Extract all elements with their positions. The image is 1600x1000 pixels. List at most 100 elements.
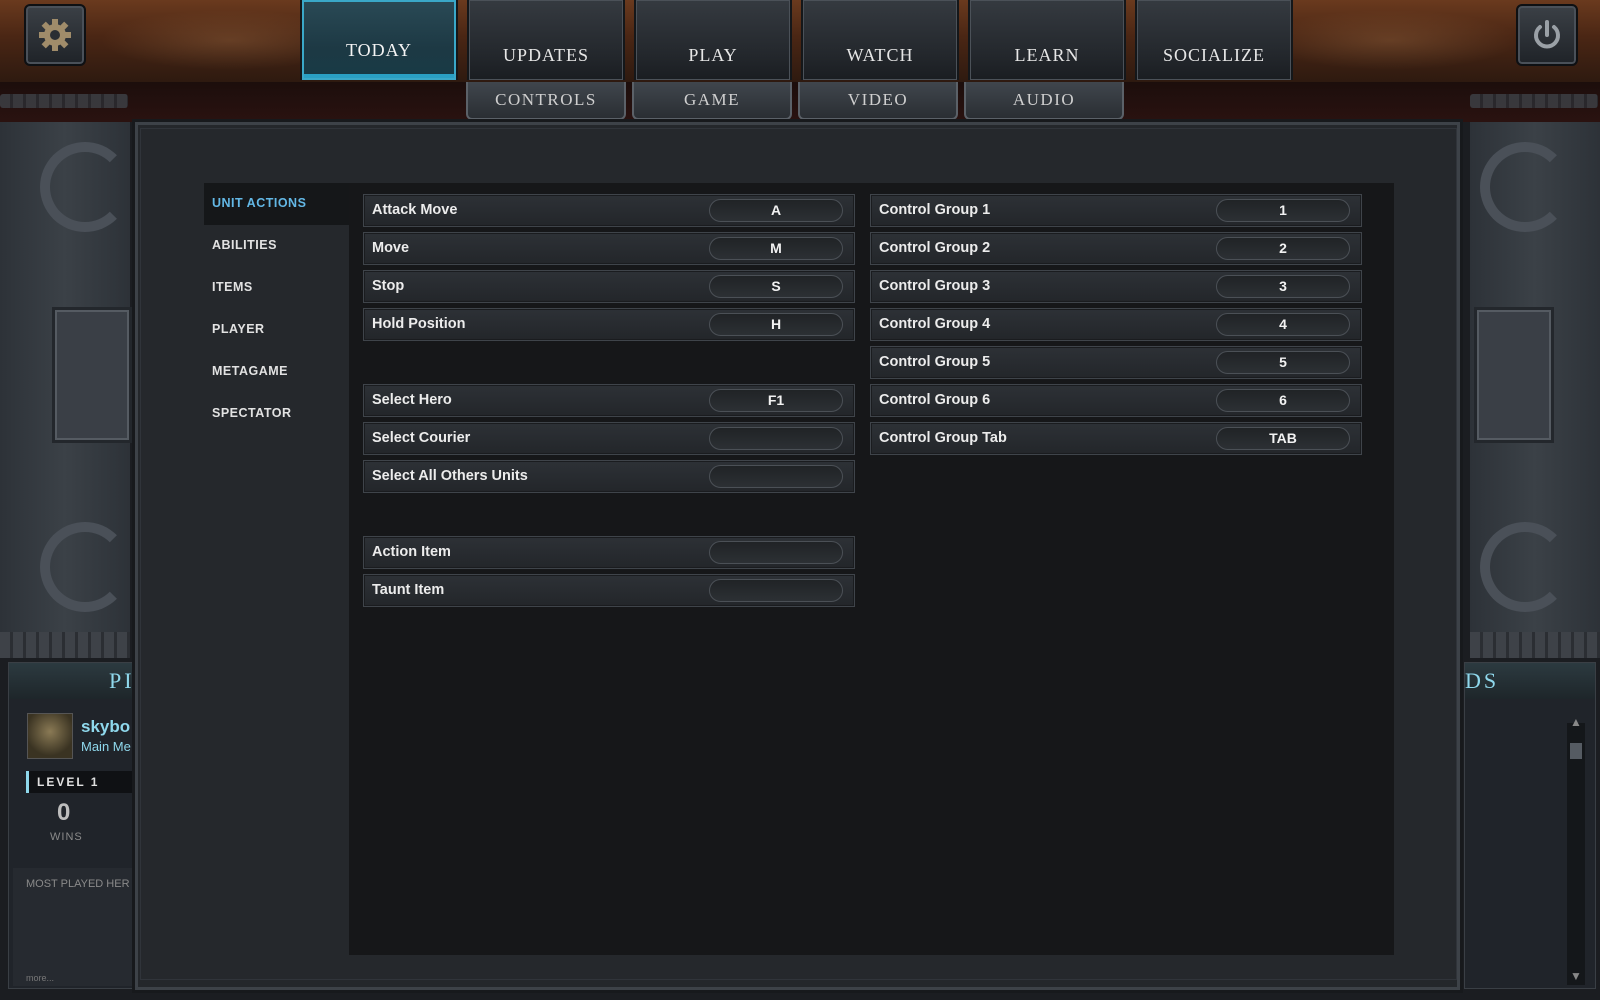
tab-controls[interactable]: CONTROLS — [466, 82, 626, 120]
binding-label: Control Group 2 — [879, 240, 991, 256]
binding-label: Control Group 3 — [879, 278, 991, 294]
binding-label: Control Group 4 — [879, 316, 991, 332]
scroll-down-icon[interactable]: ▼ — [1567, 969, 1585, 985]
gear-icon — [39, 19, 71, 51]
user-location: Main Me — [81, 739, 131, 754]
binding-row-attack-move: Attack Move A — [363, 194, 855, 227]
binding-label: Taunt Item — [372, 582, 445, 598]
main-nav: TODAY UPDATES PLAY WATCH LEARN SOCIALIZE — [300, 0, 1302, 80]
ornament — [52, 307, 132, 443]
binding-row-select-hero: Select Hero F1 — [363, 384, 855, 417]
right-decoration — [1470, 122, 1600, 632]
keybind-button[interactable]: H — [709, 313, 843, 336]
binding-row-select-all-others: Select All Others Units — [363, 460, 855, 493]
ornament — [40, 522, 130, 612]
binding-row-taunt-item: Taunt Item — [363, 574, 855, 607]
keybind-button[interactable]: S — [709, 275, 843, 298]
sidebar-item-spectator[interactable]: SPECTATOR — [204, 393, 349, 435]
keybind-button[interactable] — [709, 579, 843, 602]
tab-audio[interactable]: AUDIO — [964, 82, 1124, 120]
scroll-thumb[interactable] — [1570, 743, 1582, 759]
wins-count: 0 — [57, 799, 71, 826]
binding-row-control-group-tab: Control Group Tab TAB — [870, 422, 1362, 455]
tab-label: WATCH — [846, 45, 914, 65]
binding-label: Stop — [372, 278, 405, 294]
binding-row-control-group-6: Control Group 6 6 — [870, 384, 1362, 417]
scroll-up-icon[interactable]: ▲ — [1567, 715, 1585, 731]
binding-label: Move — [372, 240, 410, 256]
tab-today[interactable]: TODAY — [300, 0, 458, 80]
tab-watch[interactable]: WATCH — [801, 0, 959, 80]
profile-banner: PI — [9, 663, 139, 699]
tab-label: CONTROLS — [495, 90, 597, 109]
avatar[interactable] — [27, 713, 73, 759]
level-badge: LEVEL 1 — [26, 771, 139, 793]
scrollbar[interactable]: ▲ ▼ — [1567, 715, 1585, 985]
friends-panel: DS ▲ ▼ — [1464, 662, 1596, 989]
keybind-button[interactable] — [709, 465, 843, 488]
binding-label: Control Group 6 — [879, 392, 991, 408]
binding-label: Hold Position — [372, 316, 466, 332]
tab-label: UPDATES — [502, 45, 589, 65]
binding-row-control-group-5: Control Group 5 5 — [870, 346, 1362, 379]
tab-video[interactable]: VIDEO — [798, 82, 958, 120]
binding-label: Control Group 5 — [879, 354, 991, 370]
tab-label: AUDIO — [1012, 90, 1076, 109]
sidebar-item-player[interactable]: PLAYER — [204, 309, 349, 351]
more-link[interactable]: more... — [26, 973, 54, 983]
binding-label: Select Hero — [372, 392, 452, 408]
keybind-button[interactable]: 3 — [1216, 275, 1350, 298]
keybind-button[interactable]: 4 — [1216, 313, 1350, 336]
ornament — [1474, 307, 1554, 443]
binding-label: Select All Others Units — [372, 468, 528, 484]
username[interactable]: skybo — [81, 717, 130, 737]
ornament — [0, 94, 128, 108]
keybind-button[interactable]: 5 — [1216, 351, 1350, 374]
keybind-button[interactable]: 6 — [1216, 389, 1350, 412]
left-decoration — [0, 122, 132, 632]
binding-row-move: Move M — [363, 232, 855, 265]
keybind-button[interactable]: F1 — [709, 389, 843, 412]
binding-row-control-group-3: Control Group 3 3 — [870, 270, 1362, 303]
settings-sidebar: UNIT ACTIONS ABILITIES ITEMS PLAYER META… — [204, 183, 349, 435]
binding-row-action-item: Action Item — [363, 536, 855, 569]
tab-label: LEARN — [1014, 45, 1080, 65]
binding-label: Control Group 1 — [879, 202, 991, 218]
tab-label: VIDEO — [847, 90, 909, 109]
keybind-button[interactable]: M — [709, 237, 843, 260]
binding-row-select-courier: Select Courier — [363, 422, 855, 455]
tab-socialize[interactable]: SOCIALIZE — [1135, 0, 1293, 80]
tab-updates[interactable]: UPDATES — [467, 0, 625, 80]
ornament — [1470, 632, 1600, 658]
ornament — [1470, 94, 1598, 108]
tab-learn[interactable]: LEARN — [968, 0, 1126, 80]
binding-row-stop: Stop S — [363, 270, 855, 303]
tab-game[interactable]: GAME — [632, 82, 792, 120]
sidebar-item-unit-actions[interactable]: UNIT ACTIONS — [204, 183, 349, 225]
power-button[interactable] — [1516, 4, 1578, 66]
keybind-button[interactable] — [709, 427, 843, 450]
ornament — [1480, 142, 1570, 232]
binding-row-control-group-1: Control Group 1 1 — [870, 194, 1362, 227]
binding-row-control-group-4: Control Group 4 4 — [870, 308, 1362, 341]
ornament — [40, 142, 130, 232]
sidebar-item-metagame[interactable]: METAGAME — [204, 351, 349, 393]
binding-row-control-group-2: Control Group 2 2 — [870, 232, 1362, 265]
keybind-button[interactable]: 2 — [1216, 237, 1350, 260]
keybind-button[interactable]: 1 — [1216, 199, 1350, 222]
keybind-button[interactable]: TAB — [1216, 427, 1350, 450]
tab-label: GAME — [683, 90, 741, 109]
tab-play[interactable]: PLAY — [634, 0, 792, 80]
tab-label: SOCIALIZE — [1163, 45, 1265, 65]
keybind-button[interactable]: A — [709, 199, 843, 222]
settings-tabs: CONTROLS GAME VIDEO AUDIO — [466, 82, 1130, 122]
settings-button[interactable] — [24, 4, 86, 66]
keybind-button[interactable] — [709, 541, 843, 564]
sidebar-item-items[interactable]: ITEMS — [204, 267, 349, 309]
tab-label: PLAY — [688, 45, 738, 65]
most-played-heroes: MOST PLAYED HER — [13, 868, 139, 986]
power-icon — [1534, 20, 1560, 49]
profile-panel: PI skybo Main Me LEVEL 1 0 WINS MOST PLA… — [8, 662, 140, 989]
sidebar-item-abilities[interactable]: ABILITIES — [204, 225, 349, 267]
binding-label: Attack Move — [372, 202, 458, 218]
